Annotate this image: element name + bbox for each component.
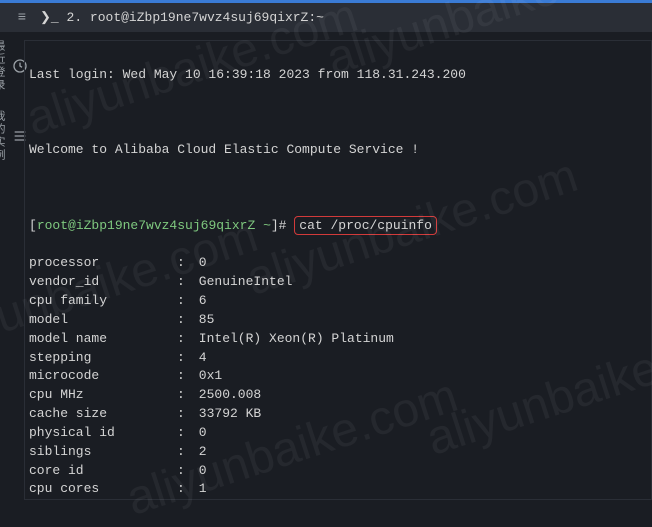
cpuinfo-row: cpu cores: 1	[29, 480, 647, 499]
cpuinfo-row: cpu family: 6	[29, 292, 647, 311]
cpuinfo-value: Intel(R) Xeon(R) Platinum	[191, 330, 647, 349]
cpuinfo-value: GenuineIntel	[191, 273, 647, 292]
cpuinfo-key: model	[29, 311, 177, 330]
cpuinfo-value: 0	[191, 462, 647, 481]
sidebar: 最近登录 我的实例	[0, 40, 22, 162]
cpuinfo-row: model: 85	[29, 311, 647, 330]
cpuinfo-colon: :	[177, 424, 191, 443]
cpuinfo-colon: :	[177, 443, 191, 462]
cpuinfo-colon: :	[177, 311, 191, 330]
cpuinfo-value: 0x1	[191, 367, 647, 386]
cpuinfo-key: core id	[29, 462, 177, 481]
cpuinfo-key: cpu cores	[29, 480, 177, 499]
cpuinfo-colon: :	[177, 292, 191, 311]
tab-title-text: 2. root@iZbp19ne7wvz4suj69qixrZ:~	[67, 10, 324, 25]
cpuinfo-row: processor: 0	[29, 254, 647, 273]
tab-title[interactable]: ❯_ 2. root@iZbp19ne7wvz4suj69qixrZ:~	[40, 10, 324, 25]
cpuinfo-colon: :	[177, 254, 191, 273]
cpuinfo-key: microcode	[29, 367, 177, 386]
sidebar-item-label: 我的实例	[0, 110, 6, 162]
cpuinfo-row: microcode: 0x1	[29, 367, 647, 386]
cpuinfo-row: physical id: 0	[29, 424, 647, 443]
cpuinfo-value: 6	[191, 292, 647, 311]
prompt-line: [root@iZbp19ne7wvz4suj69qixrZ ~]# cat /p…	[29, 217, 647, 236]
cpuinfo-key: cpu family	[29, 292, 177, 311]
cpuinfo-value: 33792 KB	[191, 405, 647, 424]
prompt-path: ~	[263, 218, 271, 233]
cpuinfo-row: stepping: 4	[29, 349, 647, 368]
prompt-icon: ❯_	[40, 10, 59, 25]
command-highlight: cat /proc/cpuinfo	[294, 216, 437, 235]
blank-line	[29, 179, 647, 198]
cpuinfo-row: cache size: 33792 KB	[29, 405, 647, 424]
cpuinfo-key: siblings	[29, 443, 177, 462]
cpuinfo-key: physical id	[29, 424, 177, 443]
cpuinfo-value: 1	[191, 480, 647, 499]
cpuinfo-output: processor: 0vendor_id: GenuineIntelcpu f…	[29, 254, 647, 500]
last-login-line: Last login: Wed May 10 16:39:18 2023 fro…	[29, 66, 647, 85]
cpuinfo-key: cpu MHz	[29, 386, 177, 405]
cpuinfo-colon: :	[177, 330, 191, 349]
cpuinfo-colon: :	[177, 273, 191, 292]
sidebar-item-label: 最近登录	[0, 40, 6, 92]
prompt-user-host: root@iZbp19ne7wvz4suj69qixrZ	[37, 218, 255, 233]
welcome-line: Welcome to Alibaba Cloud Elastic Compute…	[29, 141, 647, 160]
cpuinfo-key: stepping	[29, 349, 177, 368]
cpuinfo-colon: :	[177, 367, 191, 386]
cpuinfo-row: model name: Intel(R) Xeon(R) Platinum	[29, 330, 647, 349]
menu-icon[interactable]: ≡	[8, 4, 36, 32]
cpuinfo-colon: :	[177, 386, 191, 405]
cpuinfo-colon: :	[177, 349, 191, 368]
cpuinfo-key: cache size	[29, 405, 177, 424]
tab-bar: ≡ ❯_ 2. root@iZbp19ne7wvz4suj69qixrZ:~	[0, 0, 652, 32]
cpuinfo-value: 2	[191, 443, 647, 462]
cpuinfo-value: 85	[191, 311, 647, 330]
cpuinfo-value: 4	[191, 349, 647, 368]
cpuinfo-key: model name	[29, 330, 177, 349]
cpuinfo-row: cpu MHz: 2500.008	[29, 386, 647, 405]
cpuinfo-row: core id: 0	[29, 462, 647, 481]
blank-line	[29, 104, 647, 123]
cpuinfo-value: 2500.008	[191, 386, 647, 405]
cpuinfo-value: 0	[191, 254, 647, 273]
cpuinfo-row: siblings: 2	[29, 443, 647, 462]
cpuinfo-key: processor	[29, 254, 177, 273]
terminal[interactable]: Last login: Wed May 10 16:39:18 2023 fro…	[24, 40, 652, 500]
cpuinfo-colon: :	[177, 480, 191, 499]
cpuinfo-key: vendor_id	[29, 273, 177, 292]
cpuinfo-colon: :	[177, 462, 191, 481]
cpuinfo-value: 0	[191, 424, 647, 443]
cpuinfo-colon: :	[177, 405, 191, 424]
cpuinfo-row: vendor_id: GenuineIntel	[29, 273, 647, 292]
